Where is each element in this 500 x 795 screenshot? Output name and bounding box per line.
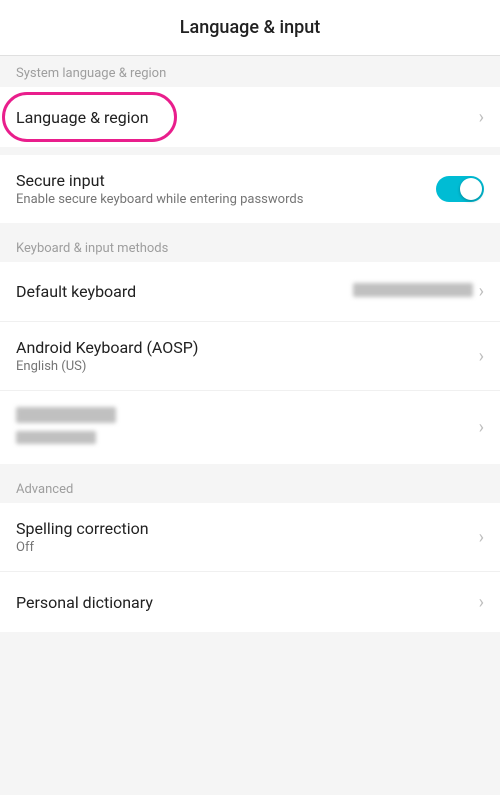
android-keyboard-title: Android Keyboard (AOSP) [16,338,479,357]
default-keyboard-chevron: › [479,281,484,302]
spelling-correction-chevron: › [479,527,484,548]
blur-title-1 [16,407,116,423]
secure-input-toggle[interactable] [436,176,484,202]
secure-input-item[interactable]: Secure input Enable secure keyboard whil… [0,155,500,223]
section-system-language: Language & region › [0,87,500,147]
language-region-title: Language & region [16,108,479,127]
blurred-keyboard-title [16,407,479,427]
language-region-content: Language & region [16,108,479,127]
spelling-correction-item[interactable]: Spelling correction Off › [0,503,500,572]
blur-subtitle-1 [16,431,96,444]
section-advanced: Spelling correction Off › Personal dicti… [0,503,500,632]
blurred-keyboard-content [16,407,479,448]
default-keyboard-title: Default keyboard [16,282,353,301]
spelling-correction-content: Spelling correction Off [16,519,479,555]
personal-dictionary-item[interactable]: Personal dictionary › [0,572,500,632]
section-label-advanced: Advanced [0,472,500,503]
section-keyboard: Default keyboard › Android Keyboard (AOS… [0,262,500,464]
blurred-keyboard-item[interactable]: › [0,391,500,464]
section-label-system-language: System language & region [0,56,500,87]
divider-3 [0,464,500,472]
keyboard-value-blur [353,283,473,297]
section-label-keyboard: Keyboard & input methods [0,231,500,262]
section-secure-input: Secure input Enable secure keyboard whil… [0,155,500,223]
secure-input-content: Secure input Enable secure keyboard whil… [16,171,436,207]
android-keyboard-subtitle: English (US) [16,359,479,374]
header: Language & input [0,0,500,56]
spelling-correction-value: Off [16,540,479,555]
spelling-correction-title: Spelling correction [16,519,479,538]
divider-1 [0,147,500,155]
default-keyboard-content: Default keyboard [16,282,353,301]
default-keyboard-value [353,283,473,301]
android-keyboard-chevron: › [479,346,484,367]
divider-2 [0,223,500,231]
personal-dictionary-title: Personal dictionary [16,593,479,612]
personal-dictionary-content: Personal dictionary [16,593,479,612]
toggle-knob [460,178,482,200]
default-keyboard-item[interactable]: Default keyboard › [0,262,500,322]
default-keyboard-row: › [353,281,484,302]
secure-input-title: Secure input [16,171,436,190]
page-title: Language & input [180,17,320,38]
language-region-item[interactable]: Language & region › [0,87,500,147]
secure-input-subtitle: Enable secure keyboard while entering pa… [16,192,436,207]
android-keyboard-item[interactable]: Android Keyboard (AOSP) English (US) › [0,322,500,391]
android-keyboard-content: Android Keyboard (AOSP) English (US) [16,338,479,374]
blurred-keyboard-subtitle [16,431,479,448]
language-region-chevron: › [479,107,484,128]
personal-dictionary-chevron: › [479,592,484,613]
blurred-keyboard-chevron: › [479,417,484,438]
